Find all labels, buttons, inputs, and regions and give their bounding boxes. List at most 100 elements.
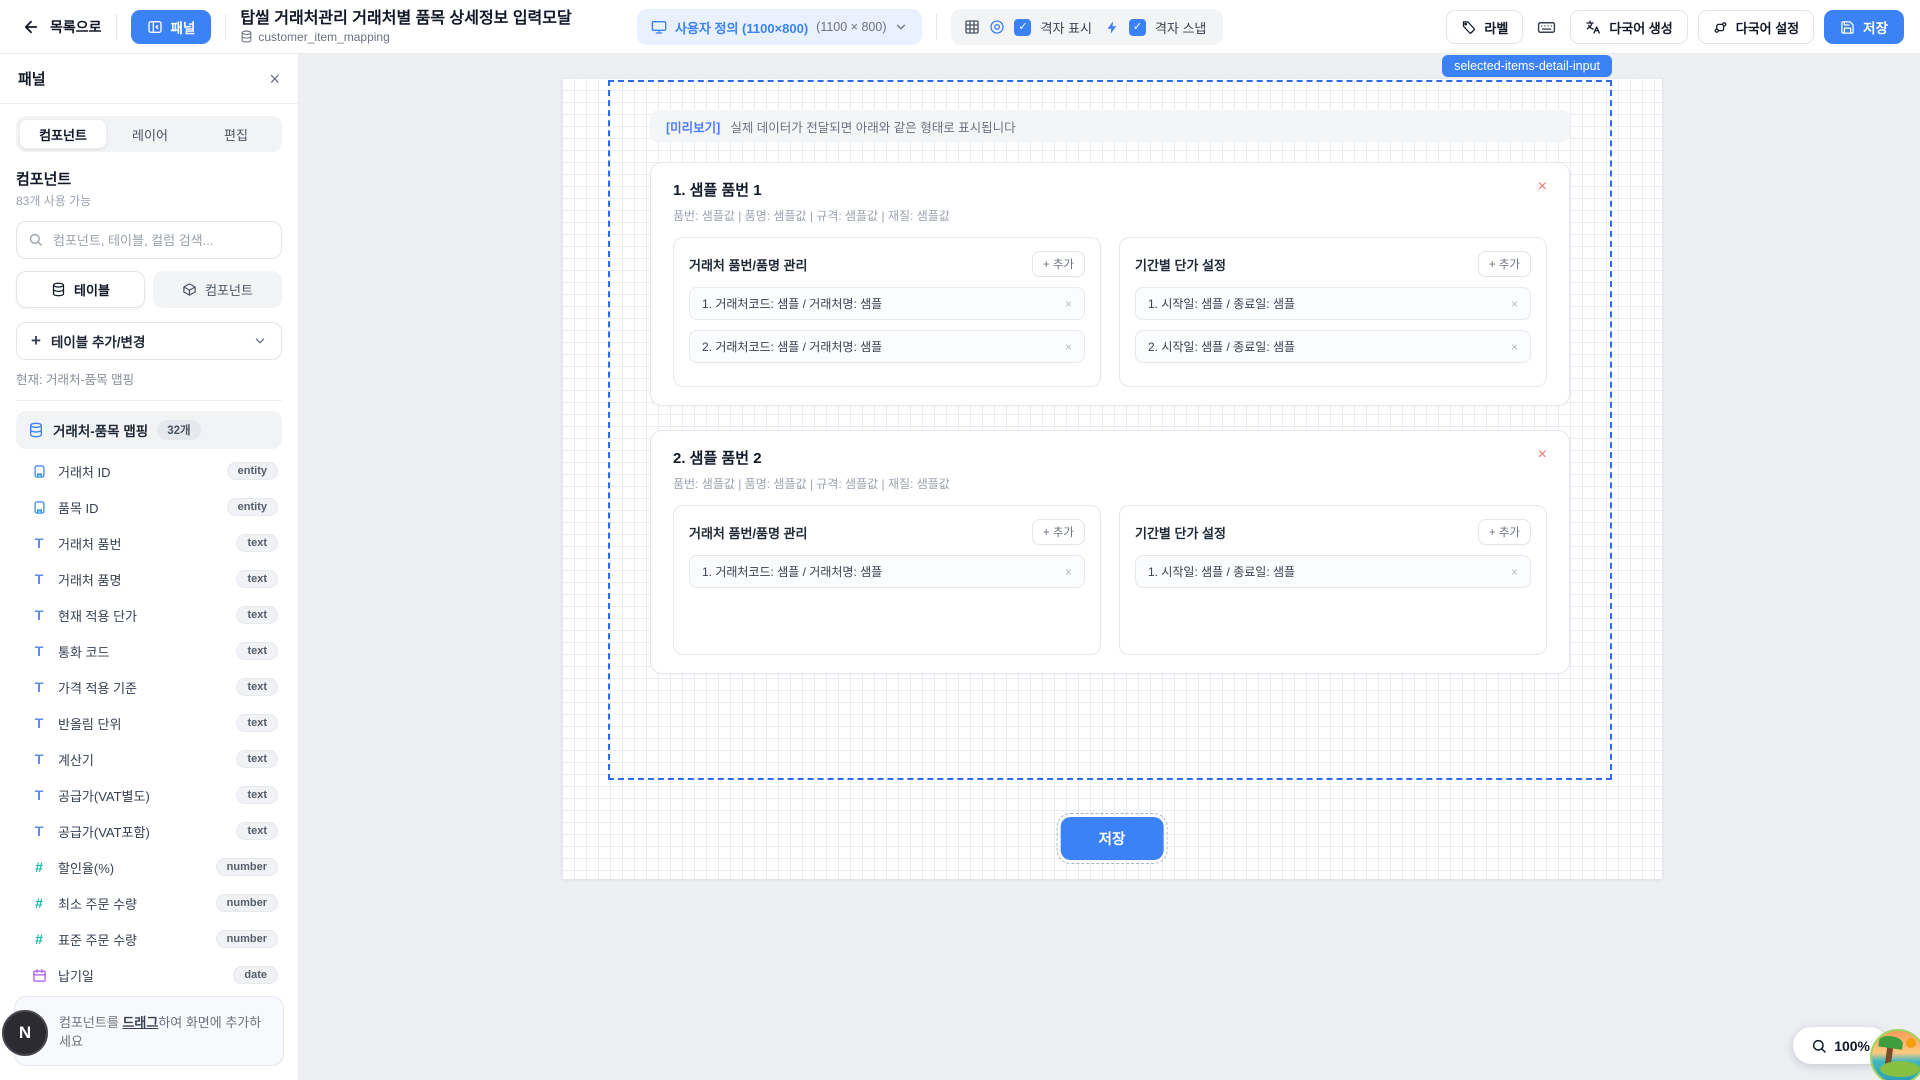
search-icon bbox=[28, 232, 43, 247]
price-period-panel: 기간별 단가 설정 + 추가 1. 시작일: 샘플 / 종료일: 샘플 × 2.… bbox=[1119, 237, 1547, 387]
text-type-icon: T bbox=[30, 571, 48, 587]
entity-icon bbox=[32, 500, 47, 515]
card-close-icon[interactable]: × bbox=[1538, 447, 1547, 463]
field-row[interactable]: # 최소 주문 수량 number bbox=[16, 885, 282, 921]
field-type-badge: text bbox=[236, 714, 278, 732]
keyboard-shortcuts-button[interactable] bbox=[1533, 14, 1560, 41]
design-canvas[interactable]: selected-items-detail-input [미리보기] 실제 데이… bbox=[562, 78, 1662, 879]
cube-icon bbox=[182, 282, 197, 297]
label-button[interactable]: 라벨 bbox=[1446, 10, 1523, 44]
field-type-badge: text bbox=[236, 570, 278, 588]
zoom-level: 100% bbox=[1834, 1038, 1870, 1054]
field-type-badge: text bbox=[236, 678, 278, 696]
field-row[interactable]: # 할인율(%) number bbox=[16, 849, 282, 885]
field-row[interactable]: T 통화 코드 text bbox=[16, 633, 282, 669]
panel-toggle-button[interactable]: 패널 bbox=[131, 10, 212, 44]
remove-item-icon[interactable]: × bbox=[1065, 566, 1072, 578]
lightning-icon bbox=[1105, 20, 1120, 35]
field-row[interactable]: T 거래처 품번 text bbox=[16, 525, 282, 561]
field-type-badge: number bbox=[216, 894, 278, 912]
grid-snap-checkbox[interactable] bbox=[1129, 19, 1146, 36]
back-button-label: 목록으로 bbox=[50, 17, 102, 37]
arrow-left-icon bbox=[22, 18, 40, 36]
field-type-badge: text bbox=[236, 750, 278, 768]
table-name-subtitle: customer_item_mapping bbox=[258, 30, 389, 44]
grid-show-label: 격자 표시 bbox=[1040, 18, 1091, 37]
save-button[interactable]: 저장 bbox=[1824, 10, 1904, 44]
add-item-button[interactable]: + 추가 bbox=[1032, 519, 1085, 545]
panel-title: 기간별 단가 설정 bbox=[1135, 255, 1226, 274]
i18n-generate-button[interactable]: 다국어 생성 bbox=[1570, 10, 1687, 44]
divider bbox=[936, 14, 937, 40]
field-row[interactable]: T 반올림 단위 text bbox=[16, 705, 282, 741]
list-item: 1. 시작일: 샘플 / 종료일: 샘플 × bbox=[1135, 555, 1531, 588]
field-row[interactable]: 납기일 date bbox=[16, 957, 282, 993]
text-type-icon: T bbox=[30, 823, 48, 839]
field-row[interactable]: T 공급가(VAT포함) text bbox=[16, 813, 282, 849]
panel-close-button[interactable]: × bbox=[269, 70, 280, 88]
i18n-settings-button[interactable]: 다국어 설정 bbox=[1698, 10, 1814, 44]
remove-item-icon[interactable]: × bbox=[1065, 298, 1072, 310]
table-group-header[interactable]: 거래처-품목 맵핑 32개 bbox=[16, 411, 282, 449]
list-item: 1. 거래처코드: 샘플 / 거래처명: 샘플 × bbox=[689, 287, 1085, 320]
text-type-icon: T bbox=[30, 751, 48, 767]
list-item: 1. 시작일: 샘플 / 종료일: 샘플 × bbox=[1135, 287, 1531, 320]
preview-notice: [미리보기] 실제 데이터가 전달되면 아래와 같은 형태로 표시됩니다 bbox=[650, 110, 1570, 142]
field-row[interactable]: 품목 ID entity bbox=[16, 489, 282, 525]
selected-component-label: selected-items-detail-input bbox=[1442, 55, 1612, 77]
field-type-badge: number bbox=[216, 930, 278, 948]
text-type-icon: T bbox=[30, 535, 48, 551]
field-row[interactable]: 거래처 ID entity bbox=[16, 453, 282, 489]
field-row[interactable]: T 계산기 text bbox=[16, 741, 282, 777]
field-row[interactable]: T 가격 적용 기준 text bbox=[16, 669, 282, 705]
back-button[interactable]: 목록으로 bbox=[22, 17, 102, 37]
number-type-icon: # bbox=[30, 931, 48, 947]
field-row[interactable]: T 거래처 품명 text bbox=[16, 561, 282, 597]
search-input[interactable] bbox=[16, 221, 282, 259]
modal-save-button[interactable]: 저장 bbox=[1061, 817, 1164, 860]
viewport-size-selector[interactable]: 사용자 정의 (1100×800) (1100 × 800) bbox=[637, 9, 922, 45]
database-icon bbox=[240, 30, 253, 43]
panel-title: 패널 bbox=[18, 68, 46, 89]
field-type-badge: text bbox=[236, 534, 278, 552]
text-type-icon: T bbox=[30, 787, 48, 803]
add-change-table-button[interactable]: + 테이블 추가/변경 bbox=[16, 322, 282, 360]
field-row[interactable]: T 현재 적용 단가 text bbox=[16, 597, 282, 633]
remove-item-icon[interactable]: × bbox=[1511, 341, 1518, 353]
tab-components[interactable]: 컴포넌트 bbox=[19, 119, 107, 149]
field-row[interactable]: T 공급가(VAT별도) text bbox=[16, 777, 282, 813]
components-count: 83개 사용 가능 bbox=[16, 192, 282, 209]
preview-text: 실제 데이터가 전달되면 아래와 같은 형태로 표시됩니다 bbox=[730, 117, 1015, 136]
card-close-icon[interactable]: × bbox=[1538, 179, 1547, 195]
page-title: 탑씰 거래처관리 거래처별 품목 상세정보 입력모달 bbox=[240, 10, 571, 28]
drag-hint: 컴포넌트를 드래그하여 화면에 추가하세요 bbox=[14, 996, 284, 1066]
field-row[interactable]: # 표준 주문 수량 number bbox=[16, 921, 282, 957]
divider bbox=[16, 400, 282, 401]
divider bbox=[116, 14, 117, 40]
selected-component[interactable]: selected-items-detail-input [미리보기] 실제 데이… bbox=[608, 80, 1612, 780]
card-title: 2. 샘플 품번 2 bbox=[673, 447, 762, 468]
add-item-button[interactable]: + 추가 bbox=[1478, 519, 1531, 545]
viewport-size: (1100 × 800) bbox=[816, 20, 886, 34]
source-tab-table[interactable]: 테이블 bbox=[16, 271, 145, 308]
field-type-badge: entity bbox=[227, 462, 278, 480]
grid-show-checkbox[interactable] bbox=[1014, 19, 1031, 36]
text-type-icon: T bbox=[30, 679, 48, 695]
panel-title: 기간별 단가 설정 bbox=[1135, 523, 1226, 542]
grid-snap-label: 격자 스냅 bbox=[1155, 18, 1206, 37]
vendor-code-panel: 거래처 품번/품명 관리 + 추가 1. 거래처코드: 샘플 / 거래처명: 샘… bbox=[673, 237, 1101, 387]
list-item: 2. 거래처코드: 샘플 / 거래처명: 샘플 × bbox=[689, 330, 1085, 363]
tab-layers[interactable]: 레이어 bbox=[107, 119, 193, 149]
eye-icon bbox=[989, 19, 1005, 35]
source-tab-component[interactable]: 컴포넌트 bbox=[153, 271, 282, 308]
tab-edit[interactable]: 편집 bbox=[193, 119, 279, 149]
grid-icon bbox=[964, 19, 980, 35]
remove-item-icon[interactable]: × bbox=[1511, 298, 1518, 310]
add-item-button[interactable]: + 추가 bbox=[1032, 251, 1085, 277]
divider bbox=[225, 14, 226, 40]
preview-tag: [미리보기] bbox=[666, 117, 720, 136]
remove-item-icon[interactable]: × bbox=[1511, 566, 1518, 578]
database-icon bbox=[28, 422, 44, 438]
remove-item-icon[interactable]: × bbox=[1065, 341, 1072, 353]
add-item-button[interactable]: + 추가 bbox=[1478, 251, 1531, 277]
